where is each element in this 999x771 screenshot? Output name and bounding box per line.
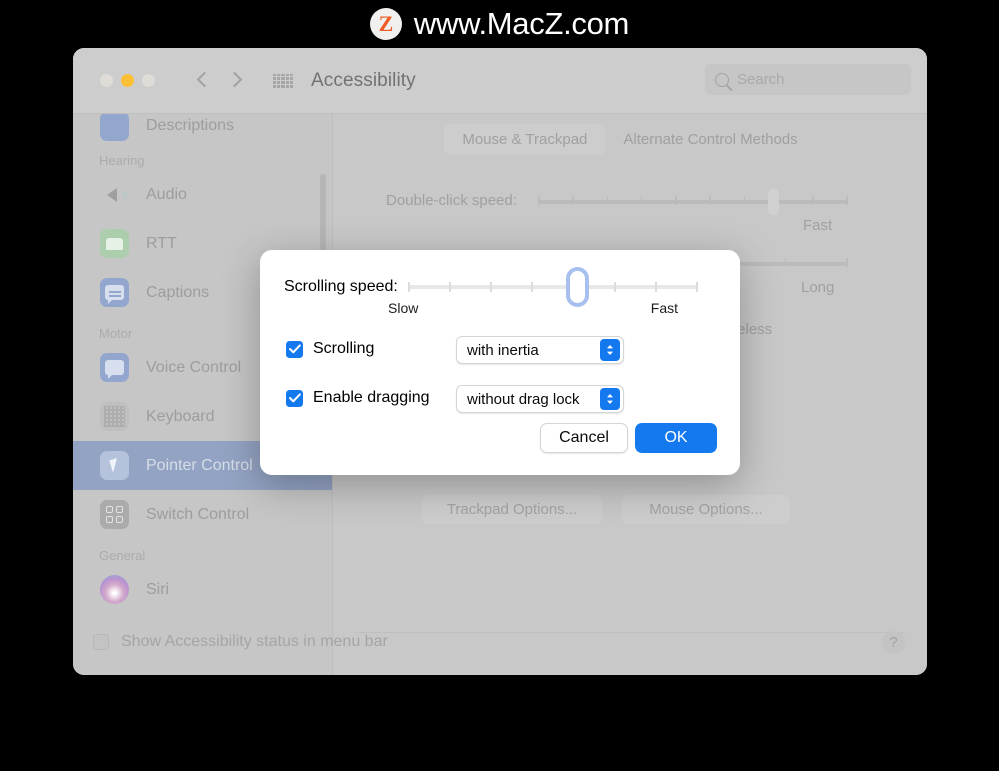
back-chevron-icon[interactable] (197, 70, 210, 92)
chevron-up-down-icon[interactable] (600, 339, 620, 361)
help-button[interactable]: ? (882, 630, 905, 654)
page-title: Accessibility (311, 69, 416, 91)
mouse-options-button[interactable]: Mouse Options... (622, 495, 790, 524)
sidebar-item-label: Voice Control (146, 358, 242, 376)
show-status-label: Show Accessibility status in menu bar (121, 633, 388, 650)
sidebar-item-audio[interactable]: Audio (73, 170, 332, 219)
double-click-speed-label: Double-click speed: (386, 192, 517, 209)
enable-dragging-checkbox[interactable] (286, 389, 303, 407)
close-button[interactable] (100, 74, 113, 87)
scrolling-checkbox[interactable] (286, 340, 303, 358)
search-field[interactable]: Search (705, 64, 911, 95)
sidebar-item-siri[interactable]: Siri (73, 565, 332, 614)
sidebar-item-label: Pointer Control (146, 456, 253, 474)
audio-icon (100, 180, 129, 209)
slider-min-label: Slow (388, 300, 419, 316)
tab-mouse-trackpad[interactable]: Mouse & Trackpad (444, 124, 606, 155)
sidebar-header-general: General (99, 548, 146, 563)
tab-alternate-control-methods[interactable]: Alternate Control Methods (605, 124, 815, 155)
watermark-text: www.MacZ.com (413, 6, 630, 41)
ok-button[interactable]: OK (635, 423, 717, 453)
rtt-icon (100, 229, 129, 258)
zoom-button[interactable] (142, 74, 155, 87)
sidebar-item-descriptions[interactable]: “” Descriptions (73, 114, 332, 144)
sidebar-item-label: Keyboard (146, 407, 215, 425)
sidebar-item-label: Siri (146, 580, 170, 598)
search-placeholder: Search (737, 71, 785, 88)
chevron-up-down-icon[interactable] (600, 388, 620, 410)
window-footer: Show Accessibility status in menu bar ? (73, 609, 927, 675)
drag-lock-value: without drag lock (467, 390, 580, 408)
sidebar-item-label: Audio (146, 185, 187, 203)
sidebar-item-label: RTT (146, 234, 177, 252)
search-icon (715, 72, 729, 87)
spring-delay-long-label: Long (801, 279, 835, 296)
show-status-checkbox[interactable] (93, 634, 109, 650)
pointer-control-icon (100, 451, 129, 480)
captions-icon (100, 278, 129, 307)
sidebar-header-hearing: Hearing (99, 153, 145, 168)
macz-logo-letter: Z (378, 11, 394, 36)
scrolling-checkbox-row[interactable]: Scrolling (286, 340, 374, 358)
double-click-speed-thumb[interactable] (768, 189, 779, 215)
sidebar-item-label: Switch Control (146, 505, 250, 523)
drag-lock-popup[interactable]: without drag lock (456, 385, 624, 413)
double-click-speed-ticks (538, 196, 848, 205)
voice-control-icon (100, 353, 129, 382)
scrolling-speed-row: Scrolling speed: (284, 267, 698, 307)
macz-logo-icon: Z (369, 8, 402, 40)
cancel-button[interactable]: Cancel (540, 423, 628, 453)
scrolling-mode-popup[interactable]: with inertia (456, 336, 624, 364)
watermark-banner: Z www.MacZ.com (0, 0, 999, 48)
slider-end-labels: Slow Fast (388, 300, 678, 316)
sidebar-item-switch-control[interactable]: Switch Control (73, 490, 332, 539)
slider-max-label: Fast (650, 300, 678, 316)
siri-icon (100, 575, 129, 604)
sidebar-item-label: Descriptions (146, 117, 235, 134)
minimize-button[interactable] (121, 74, 134, 87)
scrolling-options-sheet: Scrolling speed: Slow Fast Scrolling wit… (260, 250, 740, 475)
switch-control-icon (100, 500, 129, 529)
slider-ticks (407, 282, 698, 292)
scrolling-checkbox-label: Scrolling (313, 340, 375, 357)
descriptions-icon: “” (100, 114, 129, 141)
window-titlebar: Accessibility Search (73, 48, 927, 114)
scrolling-mode-value: with inertia (467, 341, 539, 359)
trackpad-options-button[interactable]: Trackpad Options... (422, 495, 602, 524)
sound-wave-icon (116, 187, 128, 202)
scrolling-speed-slider[interactable] (407, 267, 698, 307)
show-all-grid-icon[interactable] (273, 73, 293, 88)
segmented-tabs: Mouse & Trackpad Alternate Control Metho… (333, 124, 927, 155)
enable-dragging-checkbox-row[interactable]: Enable dragging (286, 389, 430, 407)
traffic-light-group (100, 74, 155, 87)
double-click-fast-label: Fast (803, 217, 833, 234)
enable-dragging-checkbox-label: Enable dragging (313, 389, 430, 406)
scrolling-speed-label: Scrolling speed: (284, 278, 398, 295)
navigation-arrows (197, 70, 242, 92)
keyboard-icon (100, 402, 129, 431)
forward-chevron-icon[interactable] (229, 70, 242, 92)
sidebar-item-label: Captions (146, 283, 210, 301)
screen: Z www.MacZ.com Accessibility Search “” D… (0, 0, 999, 771)
